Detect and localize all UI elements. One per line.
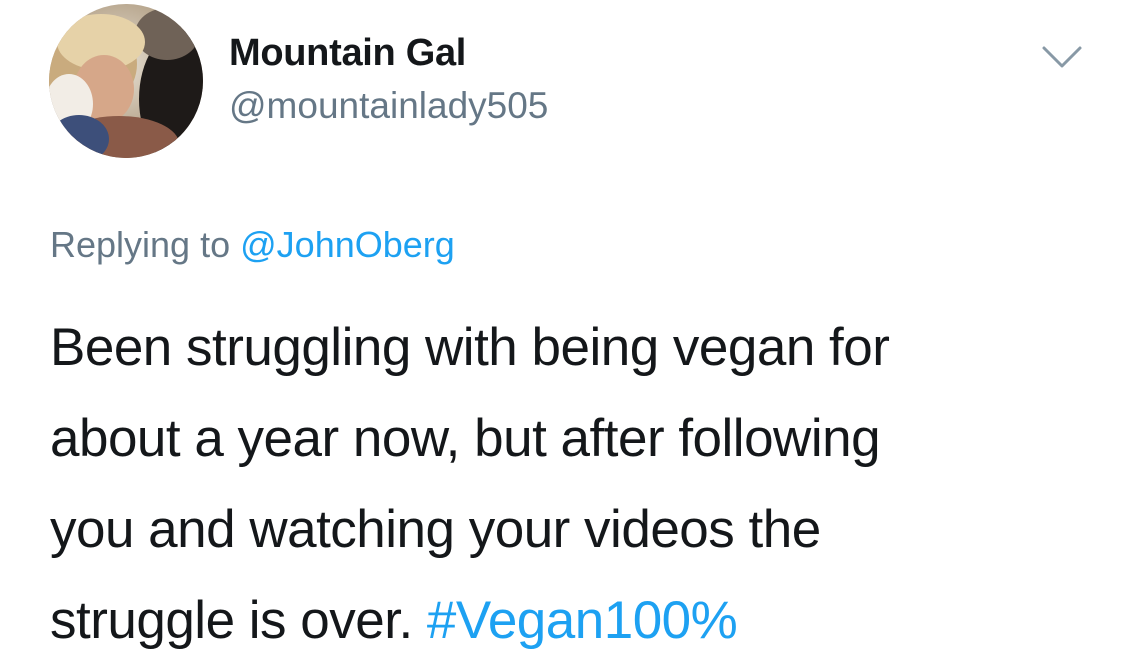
- tweet-text-line: struggle is over.: [50, 591, 413, 650]
- chevron-down-icon[interactable]: [1040, 42, 1084, 72]
- profile-photo-icon: [49, 4, 203, 158]
- display-name[interactable]: Mountain Gal: [229, 32, 466, 75]
- tweet-text-last-line: struggle is over. #Vegan100%: [50, 575, 1090, 666]
- tweet-card: Mountain Gal @mountainlady505 Replying t…: [0, 0, 1123, 672]
- tweet-text: Been struggling with being vegan for abo…: [50, 302, 1090, 666]
- tweet-text-line: you and watching your videos the: [50, 500, 821, 559]
- user-handle[interactable]: @mountainlady505: [229, 85, 548, 127]
- tweet-text-line: about a year now, but after following: [50, 409, 881, 468]
- reply-context: Replying to @JohnOberg: [50, 224, 455, 266]
- reply-mention-link[interactable]: @JohnOberg: [240, 224, 455, 265]
- avatar[interactable]: [49, 4, 203, 158]
- reply-prefix: Replying to: [50, 224, 231, 265]
- hashtag-link[interactable]: #Vegan100%: [427, 591, 738, 650]
- tweet-text-line: Been struggling with being vegan for: [50, 318, 890, 377]
